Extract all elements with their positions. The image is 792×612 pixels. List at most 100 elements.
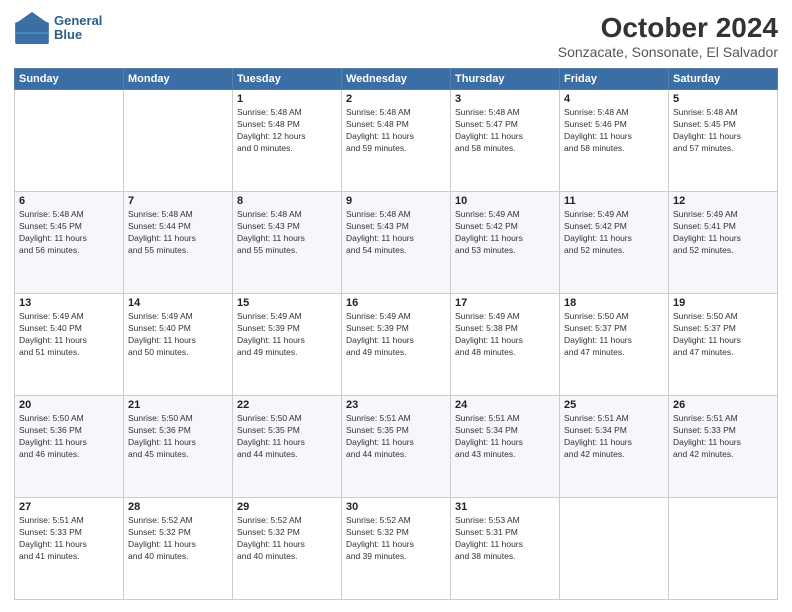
- day-info: Sunrise: 5:50 AM Sunset: 5:36 PM Dayligh…: [19, 413, 119, 461]
- calendar-cell: 21 Sunrise: 5:50 AM Sunset: 5:36 PM Dayli…: [124, 396, 233, 498]
- week-row-1: 1 Sunrise: 5:48 AM Sunset: 5:48 PM Daylig…: [15, 90, 778, 192]
- day-number: 5: [673, 93, 773, 105]
- calendar-cell: [15, 90, 124, 192]
- day-info: Sunrise: 5:52 AM Sunset: 5:32 PM Dayligh…: [237, 515, 337, 563]
- day-info: Sunrise: 5:48 AM Sunset: 5:43 PM Dayligh…: [346, 209, 446, 257]
- day-info: Sunrise: 5:51 AM Sunset: 5:34 PM Dayligh…: [455, 413, 555, 461]
- day-info: Sunrise: 5:50 AM Sunset: 5:35 PM Dayligh…: [237, 413, 337, 461]
- logo: General Blue: [14, 12, 102, 44]
- calendar-header: SundayMondayTuesdayWednesdayThursdayFrid…: [15, 69, 778, 90]
- day-info: Sunrise: 5:52 AM Sunset: 5:32 PM Dayligh…: [346, 515, 446, 563]
- calendar-cell: 14 Sunrise: 5:49 AM Sunset: 5:40 PM Dayli…: [124, 294, 233, 396]
- day-info: Sunrise: 5:49 AM Sunset: 5:42 PM Dayligh…: [564, 209, 664, 257]
- calendar-cell: 27 Sunrise: 5:51 AM Sunset: 5:33 PM Dayli…: [15, 498, 124, 600]
- calendar-page: General Blue October 2024 Sonzacate, Son…: [0, 0, 792, 612]
- calendar-subtitle: Sonzacate, Sonsonate, El Salvador: [558, 44, 778, 60]
- day-info: Sunrise: 5:49 AM Sunset: 5:42 PM Dayligh…: [455, 209, 555, 257]
- calendar-cell: 4 Sunrise: 5:48 AM Sunset: 5:46 PM Daylig…: [560, 90, 669, 192]
- calendar-cell: 5 Sunrise: 5:48 AM Sunset: 5:45 PM Daylig…: [669, 90, 778, 192]
- logo-general: General: [54, 14, 102, 28]
- calendar-cell: 25Sunrise: 5:51 AM Sunset: 5:34 PM Dayli…: [560, 396, 669, 498]
- day-info: Sunrise: 5:48 AM Sunset: 5:43 PM Dayligh…: [237, 209, 337, 257]
- day-info: Sunrise: 5:49 AM Sunset: 5:38 PM Dayligh…: [455, 311, 555, 359]
- week-row-2: 6 Sunrise: 5:48 AM Sunset: 5:45 PM Daylig…: [15, 192, 778, 294]
- calendar-title: October 2024: [558, 12, 778, 44]
- calendar-cell: 6 Sunrise: 5:48 AM Sunset: 5:45 PM Daylig…: [15, 192, 124, 294]
- calendar-cell: 26 Sunrise: 5:51 AM Sunset: 5:33 PM Dayli…: [669, 396, 778, 498]
- title-block: October 2024 Sonzacate, Sonsonate, El Sa…: [558, 12, 778, 60]
- calendar-cell: 11Sunrise: 5:49 AM Sunset: 5:42 PM Dayli…: [560, 192, 669, 294]
- day-info: Sunrise: 5:51 AM Sunset: 5:33 PM Dayligh…: [19, 515, 119, 563]
- header: General Blue October 2024 Sonzacate, Son…: [14, 12, 778, 60]
- day-info: Sunrise: 5:48 AM Sunset: 5:45 PM Dayligh…: [673, 107, 773, 155]
- calendar-cell: 17 Sunrise: 5:49 AM Sunset: 5:38 PM Dayli…: [451, 294, 560, 396]
- calendar-cell: 30 Sunrise: 5:52 AM Sunset: 5:32 PM Dayli…: [342, 498, 451, 600]
- logo-text-group: General Blue: [54, 14, 102, 43]
- calendar-cell: 2 Sunrise: 5:48 AM Sunset: 5:48 PM Daylig…: [342, 90, 451, 192]
- logo-inner: General Blue: [14, 12, 102, 44]
- calendar-cell: 15Sunrise: 5:49 AM Sunset: 5:39 PM Dayli…: [233, 294, 342, 396]
- day-info: Sunrise: 5:48 AM Sunset: 5:46 PM Dayligh…: [564, 107, 664, 155]
- calendar-cell: 22Sunrise: 5:50 AM Sunset: 5:35 PM Dayli…: [233, 396, 342, 498]
- calendar-cell: 12 Sunrise: 5:49 AM Sunset: 5:41 PM Dayli…: [669, 192, 778, 294]
- calendar-cell: [560, 498, 669, 600]
- day-number: 23: [346, 399, 446, 411]
- header-cell-wednesday: Wednesday: [342, 69, 451, 90]
- day-info: Sunrise: 5:53 AM Sunset: 5:31 PM Dayligh…: [455, 515, 555, 563]
- day-info: Sunrise: 5:49 AM Sunset: 5:40 PM Dayligh…: [128, 311, 228, 359]
- day-info: Sunrise: 5:48 AM Sunset: 5:47 PM Dayligh…: [455, 107, 555, 155]
- calendar-cell: 7 Sunrise: 5:48 AM Sunset: 5:44 PM Daylig…: [124, 192, 233, 294]
- calendar-table: SundayMondayTuesdayWednesdayThursdayFrid…: [14, 68, 778, 600]
- day-info: Sunrise: 5:49 AM Sunset: 5:39 PM Dayligh…: [346, 311, 446, 359]
- day-number: 12: [673, 195, 773, 207]
- day-number: 19: [673, 297, 773, 309]
- day-info: Sunrise: 5:49 AM Sunset: 5:41 PM Dayligh…: [673, 209, 773, 257]
- day-number: 18: [564, 297, 664, 309]
- day-number: 27: [19, 501, 119, 513]
- header-cell-sunday: Sunday: [15, 69, 124, 90]
- day-number: 1: [237, 93, 337, 105]
- day-info: Sunrise: 5:52 AM Sunset: 5:32 PM Dayligh…: [128, 515, 228, 563]
- week-row-4: 20 Sunrise: 5:50 AM Sunset: 5:36 PM Dayli…: [15, 396, 778, 498]
- day-info: Sunrise: 5:50 AM Sunset: 5:36 PM Dayligh…: [128, 413, 228, 461]
- day-number: 8: [237, 195, 337, 207]
- week-row-5: 27 Sunrise: 5:51 AM Sunset: 5:33 PM Dayli…: [15, 498, 778, 600]
- day-number: 25: [564, 399, 664, 411]
- day-number: 31: [455, 501, 555, 513]
- calendar-cell: 8 Sunrise: 5:48 AM Sunset: 5:43 PM Daylig…: [233, 192, 342, 294]
- day-number: 29: [237, 501, 337, 513]
- day-number: 7: [128, 195, 228, 207]
- calendar-cell: 31 Sunrise: 5:53 AM Sunset: 5:31 PM Dayli…: [451, 498, 560, 600]
- day-info: Sunrise: 5:48 AM Sunset: 5:48 PM Dayligh…: [237, 107, 337, 155]
- day-info: Sunrise: 5:48 AM Sunset: 5:45 PM Dayligh…: [19, 209, 119, 257]
- header-cell-monday: Monday: [124, 69, 233, 90]
- header-cell-tuesday: Tuesday: [233, 69, 342, 90]
- day-number: 6: [19, 195, 119, 207]
- day-info: Sunrise: 5:51 AM Sunset: 5:33 PM Dayligh…: [673, 413, 773, 461]
- day-info: Sunrise: 5:49 AM Sunset: 5:40 PM Dayligh…: [19, 311, 119, 359]
- day-info: Sunrise: 5:48 AM Sunset: 5:44 PM Dayligh…: [128, 209, 228, 257]
- day-number: 28: [128, 501, 228, 513]
- day-number: 13: [19, 297, 119, 309]
- header-cell-friday: Friday: [560, 69, 669, 90]
- day-number: 4: [564, 93, 664, 105]
- calendar-cell: 16Sunrise: 5:49 AM Sunset: 5:39 PM Dayli…: [342, 294, 451, 396]
- day-number: 3: [455, 93, 555, 105]
- logo-svg: [14, 12, 50, 44]
- calendar-cell: 28 Sunrise: 5:52 AM Sunset: 5:32 PM Dayli…: [124, 498, 233, 600]
- day-info: Sunrise: 5:48 AM Sunset: 5:48 PM Dayligh…: [346, 107, 446, 155]
- day-number: 9: [346, 195, 446, 207]
- day-number: 30: [346, 501, 446, 513]
- day-number: 26: [673, 399, 773, 411]
- day-number: 17: [455, 297, 555, 309]
- header-cell-thursday: Thursday: [451, 69, 560, 90]
- calendar-body: 1 Sunrise: 5:48 AM Sunset: 5:48 PM Daylig…: [15, 90, 778, 600]
- day-number: 24: [455, 399, 555, 411]
- day-number: 21: [128, 399, 228, 411]
- day-number: 14: [128, 297, 228, 309]
- day-number: 20: [19, 399, 119, 411]
- logo-graphic: [14, 12, 50, 44]
- calendar-cell: 29 Sunrise: 5:52 AM Sunset: 5:32 PM Dayli…: [233, 498, 342, 600]
- calendar-cell: 13 Sunrise: 5:49 AM Sunset: 5:40 PM Dayli…: [15, 294, 124, 396]
- day-number: 2: [346, 93, 446, 105]
